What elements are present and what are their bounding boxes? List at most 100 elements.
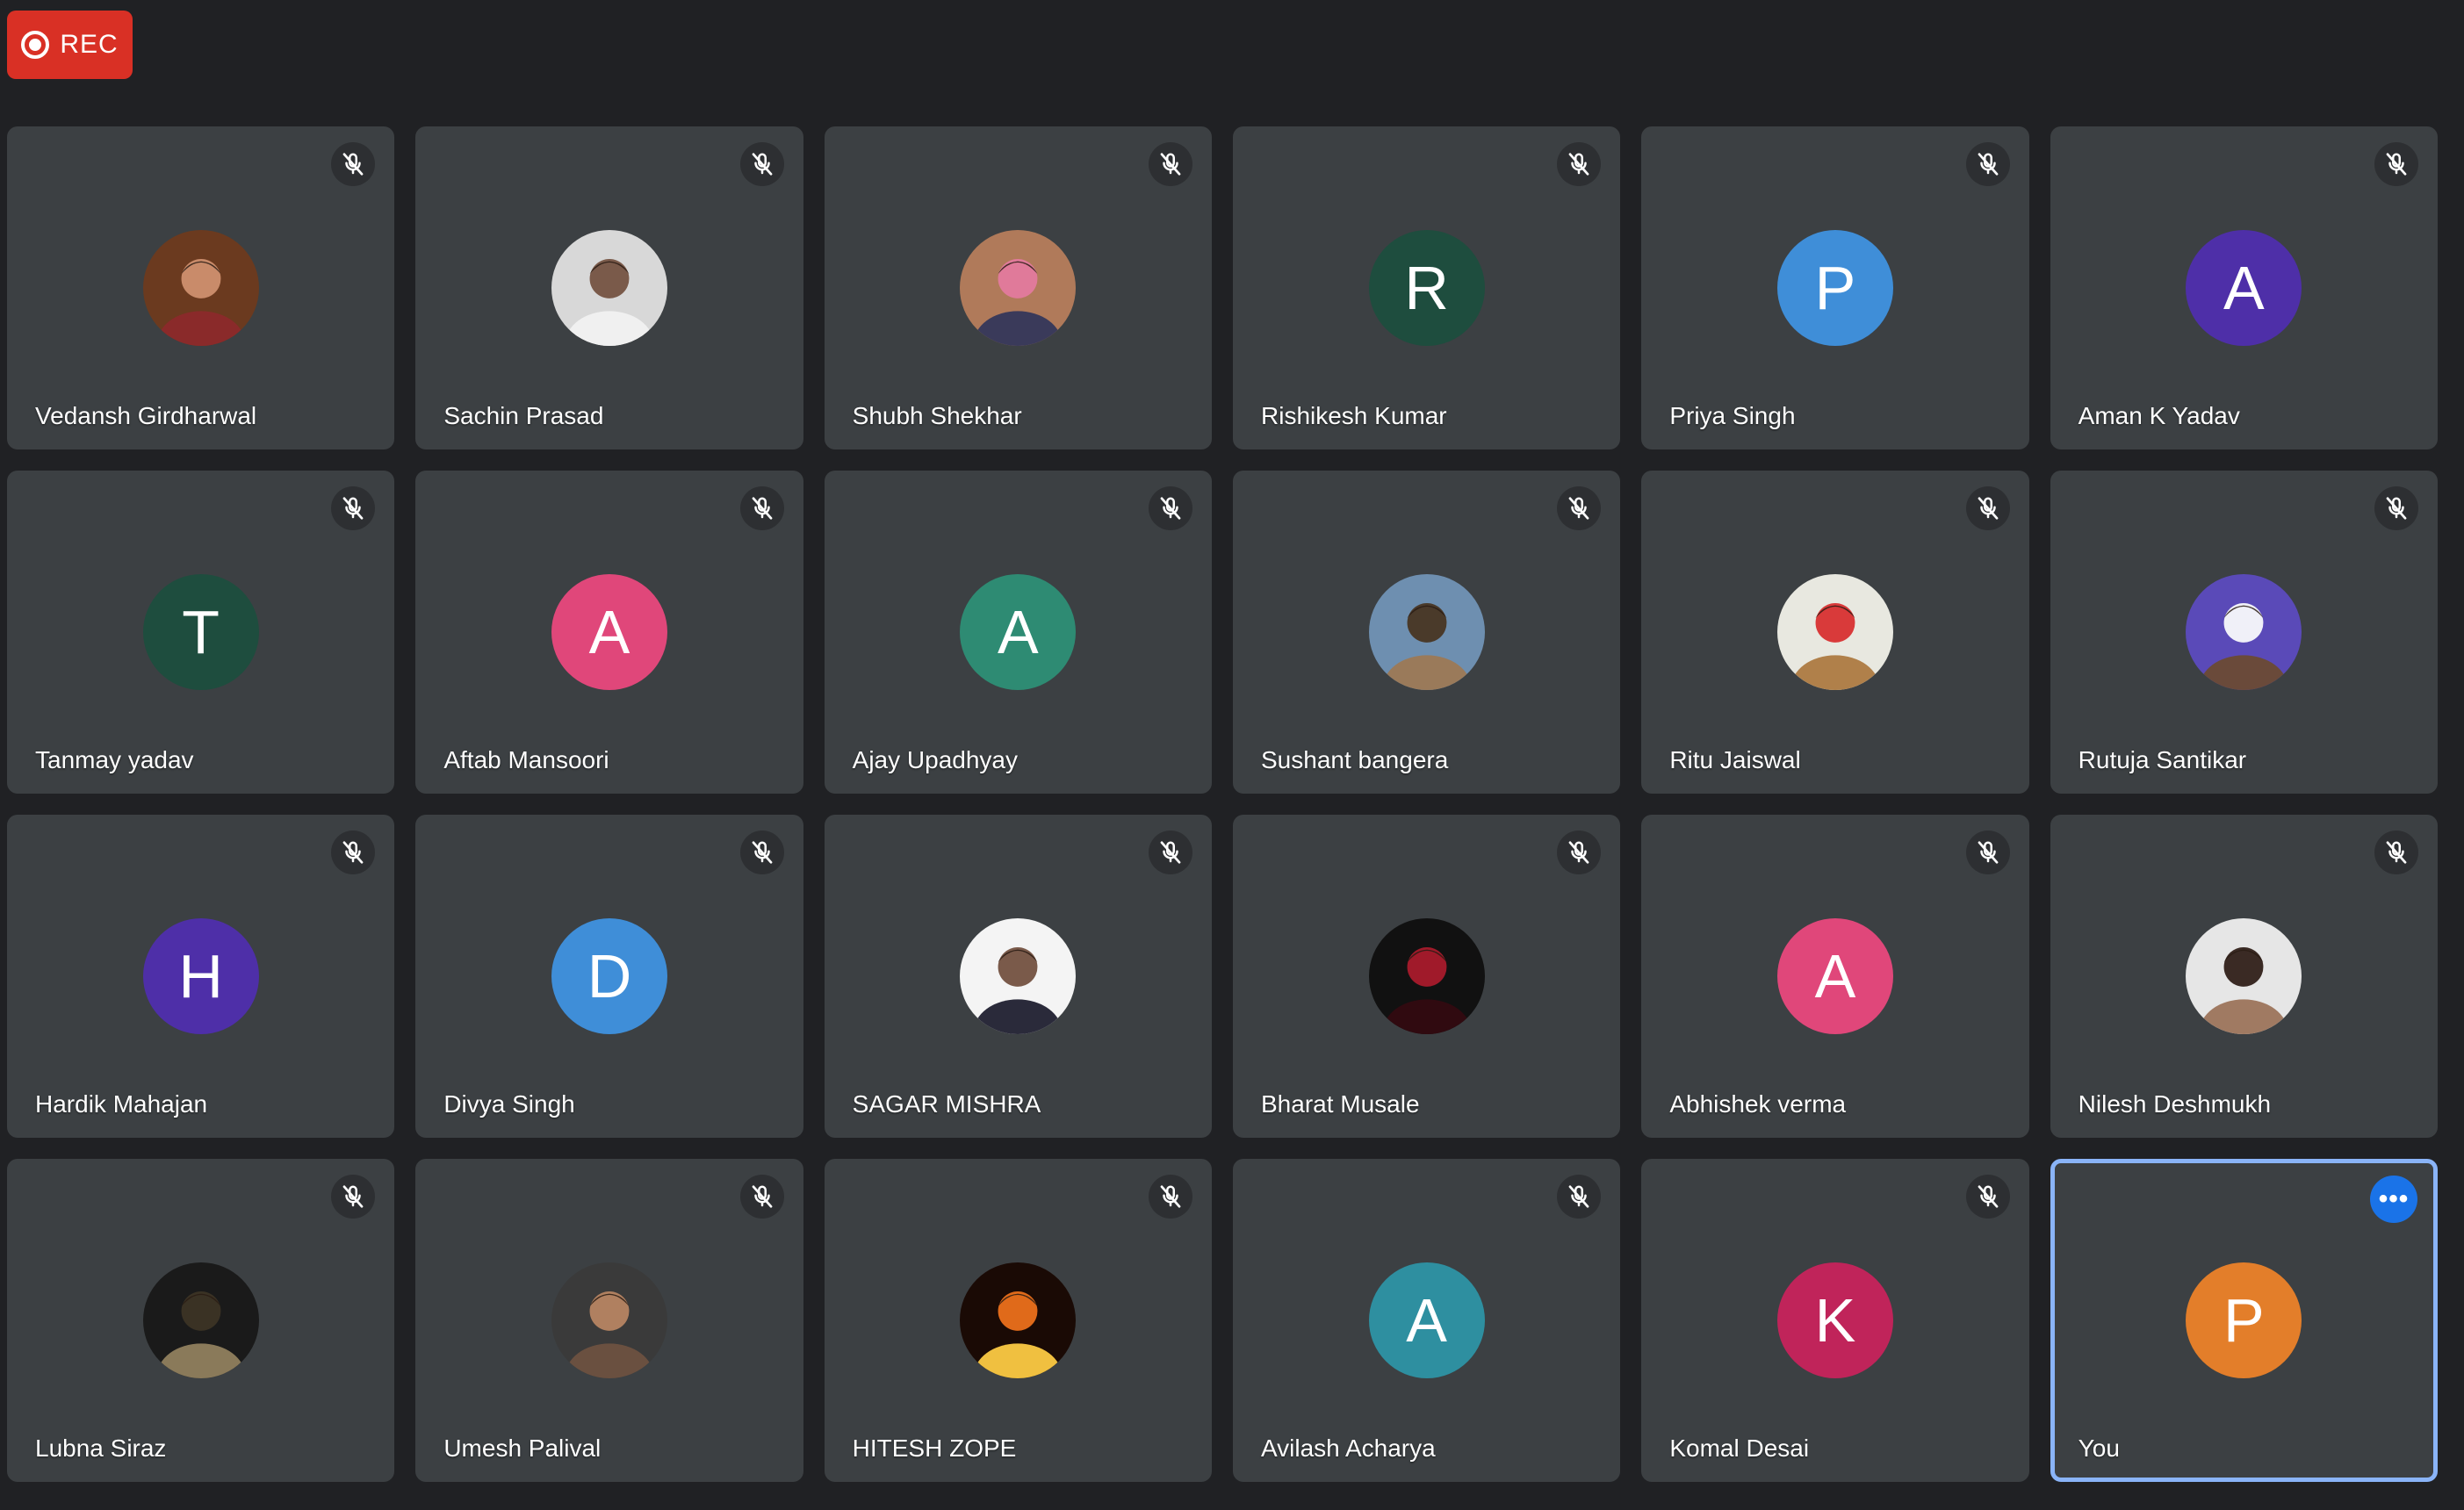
participant-name: SAGAR MISHRA — [852, 1090, 1041, 1118]
participant-name: Avilash Acharya — [1261, 1434, 1436, 1462]
self-tile[interactable]: ••• P You — [2050, 1159, 2438, 1482]
avatar — [2186, 918, 2302, 1034]
participant-name: Aman K Yadav — [2078, 402, 2240, 429]
participant-name: Ritu Jaiswal — [1669, 746, 1801, 773]
mic-off-icon — [1149, 1175, 1192, 1219]
participant-tile[interactable]: A Abhishek verma — [1641, 815, 2029, 1138]
mic-off-icon — [1557, 830, 1602, 874]
avatar — [551, 1262, 667, 1378]
avatar: H — [142, 918, 259, 1034]
mic-off-icon — [1557, 142, 1602, 186]
mic-off-icon — [331, 486, 376, 530]
participant-tile[interactable]: Sachin Prasad — [415, 126, 803, 449]
participant-name: Lubna Siraz — [35, 1434, 167, 1462]
record-icon — [21, 31, 50, 59]
mic-off-icon — [739, 1175, 784, 1219]
participant-name: Komal Desai — [1669, 1434, 1810, 1462]
mic-off-icon — [331, 830, 376, 874]
participant-name: Tanmay yadav — [35, 746, 194, 773]
mic-off-icon — [1149, 486, 1192, 530]
participant-tile[interactable]: HITESH ZOPE — [824, 1159, 1212, 1482]
participant-tile[interactable]: Vedansh Girdharwal — [7, 126, 395, 449]
avatar: A — [1776, 918, 1893, 1034]
participant-tile[interactable]: SAGAR MISHRA — [824, 815, 1212, 1138]
mic-off-icon — [1965, 830, 2010, 874]
mic-off-icon — [331, 1175, 376, 1219]
avatar — [142, 1262, 259, 1378]
more-options-icon[interactable]: ••• — [2370, 1176, 2417, 1223]
participant-tile[interactable]: Lubna Siraz — [7, 1159, 395, 1482]
avatar: P — [2186, 1262, 2302, 1378]
participant-name: Sachin Prasad — [443, 402, 604, 429]
participant-name: Aftab Mansoori — [443, 746, 609, 773]
mic-off-icon — [739, 142, 784, 186]
mic-off-icon — [1965, 486, 2010, 530]
participant-name: Nilesh Deshmukh — [2078, 1090, 2272, 1118]
mic-off-icon — [1149, 830, 1192, 874]
avatar: T — [142, 574, 259, 690]
participant-name: Sushant bangera — [1261, 746, 1449, 773]
mic-off-icon — [1149, 142, 1192, 186]
participant-name: Shubh Shekhar — [852, 402, 1022, 429]
avatar: A — [2186, 230, 2302, 346]
participant-tile[interactable]: T Tanmay yadav — [7, 471, 395, 794]
avatar — [960, 230, 1077, 346]
participant-name: Rutuja Santikar — [2078, 746, 2247, 773]
participant-tile[interactable]: P Priya Singh — [1641, 126, 2029, 449]
participant-name: Ajay Upadhyay — [852, 746, 1018, 773]
participant-tile[interactable]: A Avilash Acharya — [1233, 1159, 1621, 1482]
participant-tile[interactable]: R Rishikesh Kumar — [1233, 126, 1621, 449]
participant-grid: Vedansh Girdharwal Sachin Prasad Shubh She… — [7, 126, 2438, 1482]
participant-tile[interactable]: Bharat Musale — [1233, 815, 1621, 1138]
participant-name: Divya Singh — [443, 1090, 575, 1118]
mic-off-icon — [2374, 486, 2418, 530]
participant-tile[interactable]: Ritu Jaiswal — [1641, 471, 2029, 794]
participant-tile[interactable]: A Aman K Yadav — [2050, 126, 2438, 449]
mic-off-icon — [739, 486, 784, 530]
avatar — [551, 230, 667, 346]
participant-tile[interactable]: A Aftab Mansoori — [415, 471, 803, 794]
participant-name: Priya Singh — [1669, 402, 1796, 429]
recording-label: REC — [60, 30, 119, 59]
participant-name: Rishikesh Kumar — [1261, 402, 1447, 429]
participant-tile[interactable]: K Komal Desai — [1641, 1159, 2029, 1482]
participant-name: Vedansh Girdharwal — [35, 402, 257, 429]
participant-tile[interactable]: Nilesh Deshmukh — [2050, 815, 2438, 1138]
avatar: R — [1368, 230, 1485, 346]
participant-tile[interactable]: Shubh Shekhar — [824, 126, 1212, 449]
avatar — [1368, 918, 1485, 1034]
mic-off-icon — [2374, 830, 2418, 874]
avatar — [1776, 574, 1893, 690]
participant-tile[interactable]: D Divya Singh — [415, 815, 803, 1138]
avatar — [1368, 574, 1485, 690]
participant-name: Abhishek verma — [1669, 1090, 1847, 1118]
avatar: D — [551, 918, 667, 1034]
meeting-stage: REC Vedansh Girdharwal Sachin Prasad Shubh… — [0, 0, 2464, 1510]
avatar — [142, 230, 259, 346]
participant-name: You — [2078, 1434, 2120, 1462]
avatar — [960, 1262, 1077, 1378]
avatar: K — [1776, 1262, 1893, 1378]
avatar: A — [551, 574, 667, 690]
mic-off-icon — [1965, 142, 2010, 186]
participant-name: Bharat Musale — [1261, 1090, 1420, 1118]
participant-name: HITESH ZOPE — [852, 1434, 1017, 1462]
avatar — [960, 918, 1077, 1034]
mic-off-icon — [2374, 142, 2418, 186]
participant-name: Hardik Mahajan — [35, 1090, 208, 1118]
avatar: A — [1368, 1262, 1485, 1378]
participant-tile[interactable]: Sushant bangera — [1233, 471, 1621, 794]
participant-tile[interactable]: A Ajay Upadhyay — [824, 471, 1212, 794]
mic-off-icon — [1557, 486, 1602, 530]
participant-tile[interactable]: Rutuja Santikar — [2050, 471, 2438, 794]
avatar — [2186, 574, 2302, 690]
participant-tile[interactable]: H Hardik Mahajan — [7, 815, 395, 1138]
mic-off-icon — [739, 830, 784, 874]
mic-off-icon — [1965, 1175, 2010, 1219]
avatar: A — [960, 574, 1077, 690]
participant-tile[interactable]: Umesh Palival — [415, 1159, 803, 1482]
participant-name: Umesh Palival — [443, 1434, 602, 1462]
mic-off-icon — [1557, 1175, 1602, 1219]
recording-badge[interactable]: REC — [7, 11, 133, 79]
mic-off-icon — [331, 142, 376, 186]
